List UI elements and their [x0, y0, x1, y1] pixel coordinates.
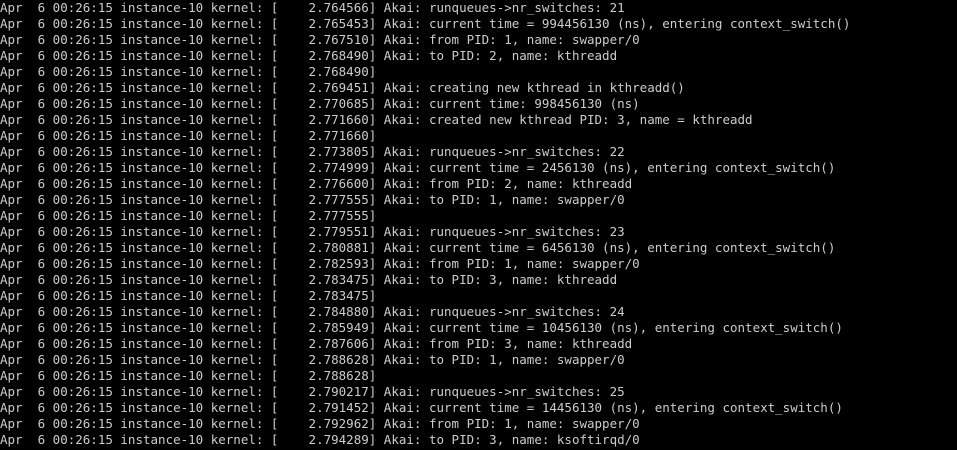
log-line: Apr 6 00:26:15 instance-10 kernel: [ 2.7… [0, 192, 625, 207]
log-line: Apr 6 00:26:15 instance-10 kernel: [ 2.7… [0, 208, 377, 223]
log-line: Apr 6 00:26:15 instance-10 kernel: [ 2.7… [0, 96, 640, 111]
log-line: Apr 6 00:26:15 instance-10 kernel: [ 2.7… [0, 64, 377, 79]
log-line: Apr 6 00:26:15 instance-10 kernel: [ 2.7… [0, 320, 843, 335]
log-line: Apr 6 00:26:15 instance-10 kernel: [ 2.7… [0, 416, 640, 431]
log-line: Apr 6 00:26:15 instance-10 kernel: [ 2.7… [0, 144, 625, 159]
log-line: Apr 6 00:26:15 instance-10 kernel: [ 2.7… [0, 48, 618, 63]
log-line: Apr 6 00:26:15 instance-10 kernel: [ 2.7… [0, 304, 625, 319]
log-line: Apr 6 00:26:15 instance-10 kernel: [ 2.7… [0, 224, 625, 239]
log-line: Apr 6 00:26:15 instance-10 kernel: [ 2.7… [0, 384, 625, 399]
log-line: Apr 6 00:26:15 instance-10 kernel: [ 2.7… [0, 272, 618, 287]
log-line: Apr 6 00:26:15 instance-10 kernel: [ 2.7… [0, 32, 640, 47]
log-line: Apr 6 00:26:15 instance-10 kernel: [ 2.7… [0, 256, 640, 271]
log-line: Apr 6 00:26:15 instance-10 kernel: [ 2.7… [0, 176, 633, 191]
log-line: Apr 6 00:26:15 instance-10 kernel: [ 2.7… [0, 352, 625, 367]
log-line: Apr 6 00:26:15 instance-10 kernel: [ 2.7… [0, 128, 377, 143]
log-line: Apr 6 00:26:15 instance-10 kernel: [ 2.7… [0, 368, 377, 383]
terminal-window[interactable]: Apr 6 00:26:15 instance-10 kernel: [ 2.7… [0, 0, 957, 450]
kernel-log-output: Apr 6 00:26:15 instance-10 kernel: [ 2.7… [0, 0, 957, 448]
log-line: Apr 6 00:26:15 instance-10 kernel: [ 2.7… [0, 16, 851, 31]
log-line: Apr 6 00:26:15 instance-10 kernel: [ 2.7… [0, 240, 836, 255]
log-line: Apr 6 00:26:15 instance-10 kernel: [ 2.7… [0, 336, 633, 351]
log-line: Apr 6 00:26:15 instance-10 kernel: [ 2.7… [0, 400, 843, 415]
log-line: Apr 6 00:26:15 instance-10 kernel: [ 2.7… [0, 160, 836, 175]
log-line: Apr 6 00:26:15 instance-10 kernel: [ 2.7… [0, 0, 625, 15]
log-line: Apr 6 00:26:15 instance-10 kernel: [ 2.7… [0, 112, 753, 127]
log-line: Apr 6 00:26:15 instance-10 kernel: [ 2.7… [0, 80, 685, 95]
log-line: Apr 6 00:26:15 instance-10 kernel: [ 2.7… [0, 432, 640, 447]
log-line: Apr 6 00:26:15 instance-10 kernel: [ 2.7… [0, 288, 377, 303]
